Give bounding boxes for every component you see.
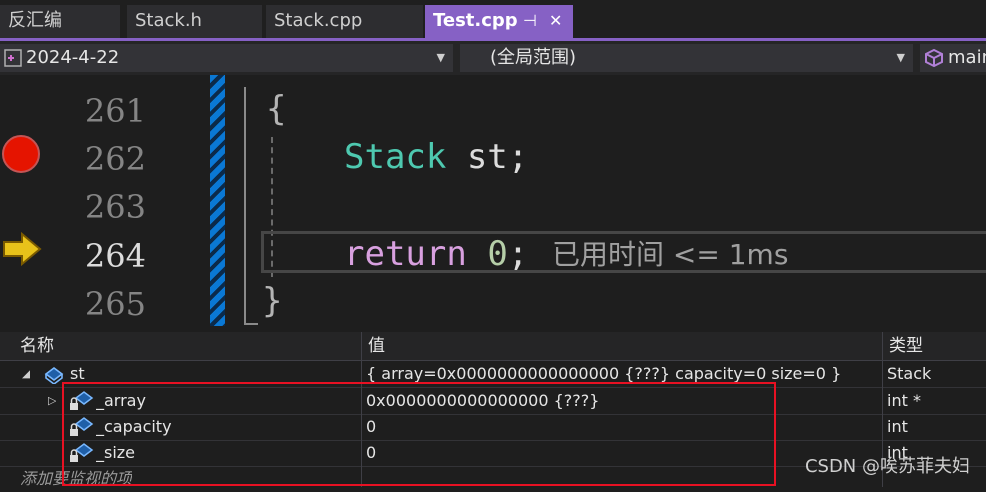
number-literal: 0 bbox=[487, 234, 508, 274]
tab-label: 反汇编 bbox=[8, 10, 62, 31]
scope-dropdown[interactable]: (全局范围) ▼ bbox=[460, 44, 913, 72]
watch-name: _capacity bbox=[96, 417, 172, 436]
pin-icon[interactable]: ⊣ bbox=[523, 5, 537, 37]
tab-disassembly[interactable]: 反汇编 bbox=[0, 5, 120, 38]
member-name: main bbox=[948, 47, 986, 68]
private-field-lock-icon bbox=[70, 391, 94, 410]
perf-tip[interactable]: 已用时间 <= 1ms bbox=[552, 235, 788, 275]
open-brace: { bbox=[266, 89, 287, 129]
watch-header: 名称 值 类型 bbox=[0, 332, 986, 361]
tab-label: Stack.cpp bbox=[274, 10, 363, 31]
column-header-type[interactable]: 类型 bbox=[882, 332, 986, 360]
tab-label: Stack.h bbox=[135, 10, 202, 31]
close-icon[interactable]: ✕ bbox=[549, 5, 562, 37]
project-icon bbox=[4, 49, 22, 67]
watch-value: 0 bbox=[366, 417, 377, 436]
structure-guide-line bbox=[244, 323, 258, 325]
private-field-lock-icon bbox=[70, 417, 94, 436]
add-watch-input[interactable]: 添加要监视的项 bbox=[20, 466, 132, 492]
tab-test-cpp[interactable]: Test.cpp ⊣ ✕ bbox=[425, 5, 573, 38]
project-name: 2024-4-22 bbox=[26, 47, 120, 68]
structure-guide-line bbox=[244, 87, 246, 325]
method-icon bbox=[925, 48, 943, 68]
watermark-text: CSDN @唉苏菲夫妇 bbox=[804, 456, 970, 477]
watch-type: Stack bbox=[887, 364, 932, 383]
line-number: 265 bbox=[84, 285, 146, 323]
watch-value: 0x0000000000000000 {???} bbox=[366, 391, 600, 410]
chevron-down-icon: ▼ bbox=[896, 51, 905, 64]
instruction-pointer-arrow-icon[interactable] bbox=[2, 232, 42, 266]
private-field-lock-icon bbox=[70, 443, 94, 462]
tab-stack-h[interactable]: Stack.h bbox=[127, 5, 262, 38]
watch-window: 名称 值 类型 ◢ st { array=0x0000000000000000 … bbox=[0, 332, 986, 488]
variable-declaration: st; bbox=[446, 137, 529, 177]
return-keyword: return bbox=[344, 234, 467, 274]
watch-type: int bbox=[887, 417, 908, 436]
watch-name: _array bbox=[96, 391, 146, 410]
semicolon: ; bbox=[507, 234, 529, 274]
watch-value: 0 bbox=[366, 443, 377, 462]
line-number: 262 bbox=[84, 140, 146, 178]
project-dropdown[interactable]: 2024-4-22 ▼ bbox=[0, 44, 453, 72]
column-divider[interactable] bbox=[361, 361, 362, 487]
line-number: 263 bbox=[84, 188, 146, 226]
tab-label: Test.cpp bbox=[433, 10, 518, 31]
watch-row-array[interactable]: ▷ _array 0x0000000000000000 {???} int * bbox=[0, 388, 986, 415]
expand-triangle-icon[interactable]: ▷ bbox=[48, 388, 56, 414]
type-name: Stack bbox=[344, 137, 447, 177]
breakpoint-icon[interactable] bbox=[2, 135, 40, 173]
scope-label: (全局范围) bbox=[490, 47, 577, 68]
document-tab-strip: 反汇编 Stack.h Stack.cpp Test.cpp ⊣ ✕ bbox=[0, 0, 986, 41]
code-line-264: return 0; bbox=[344, 230, 528, 278]
watch-row-st[interactable]: ◢ st { array=0x0000000000000000 {???} ca… bbox=[0, 361, 986, 388]
column-header-name[interactable]: 名称 bbox=[14, 332, 361, 360]
watch-type: int * bbox=[887, 391, 921, 410]
watch-name: st bbox=[70, 364, 85, 383]
watch-name: _size bbox=[96, 443, 136, 462]
code-line-262: Stack st; bbox=[344, 133, 528, 181]
line-number: 261 bbox=[84, 92, 146, 130]
column-header-value[interactable]: 值 bbox=[361, 332, 882, 360]
object-icon bbox=[44, 367, 64, 384]
close-brace: } bbox=[262, 281, 283, 321]
collapse-triangle-icon[interactable]: ◢ bbox=[22, 361, 30, 387]
member-dropdown[interactable]: main bbox=[920, 44, 986, 72]
tab-stack-cpp[interactable]: Stack.cpp bbox=[266, 5, 423, 38]
watch-row-capacity[interactable]: _capacity 0 int bbox=[0, 414, 986, 441]
current-line-number: 264 bbox=[84, 237, 146, 275]
code-editor[interactable]: 261 262 263 264 265 { Stack st; return 0… bbox=[0, 75, 986, 332]
change-tracking-bar bbox=[210, 75, 225, 326]
chevron-down-icon: ▼ bbox=[436, 51, 445, 64]
watch-value: { array=0x0000000000000000 {???} capacit… bbox=[366, 364, 842, 383]
navigation-bar: 2024-4-22 ▼ (全局范围) ▼ main bbox=[0, 41, 986, 75]
